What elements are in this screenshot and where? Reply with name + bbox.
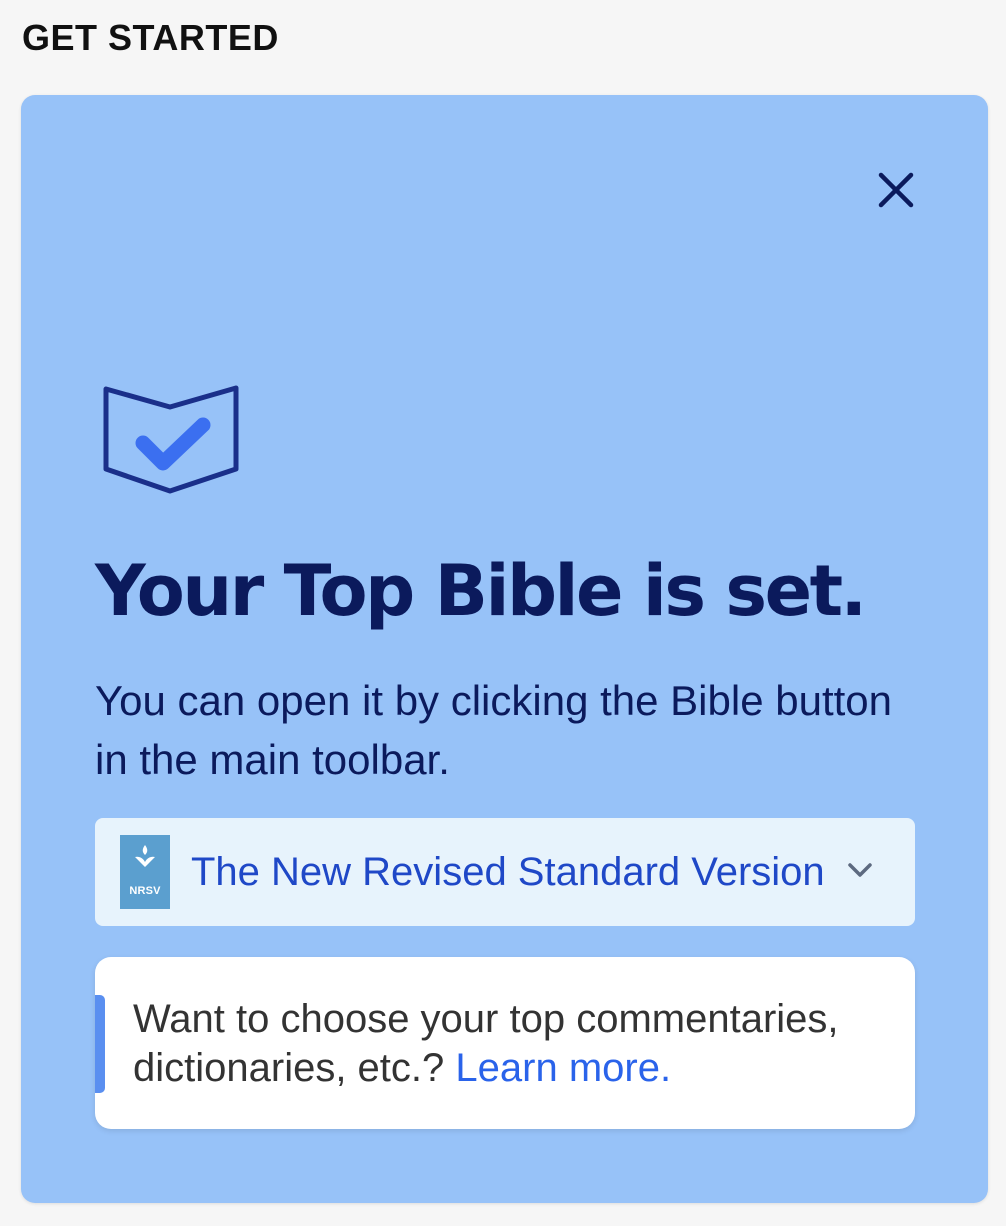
nrsv-logo-icon: [135, 845, 155, 867]
info-accent-bar: [95, 995, 105, 1093]
learn-more-link[interactable]: Learn more.: [455, 1046, 671, 1090]
top-bible-dropdown[interactable]: NRSV The New Revised Standard Version: [95, 818, 915, 926]
book-check-icon: [103, 385, 239, 494]
top-bible-card: Your Top Bible is set. You can open it b…: [21, 95, 988, 1203]
section-title: GET STARTED: [22, 17, 279, 58]
info-text: Want to choose your top commentaries, di…: [133, 995, 893, 1093]
nrsv-cover-image: NRSV: [120, 835, 170, 909]
description: You can open it by clicking the Bible bu…: [95, 677, 892, 783]
headline: Your Top Bible is set.: [95, 550, 867, 632]
close-icon[interactable]: [877, 171, 915, 209]
close-button[interactable]: [871, 165, 921, 215]
cover-label: NRSV: [129, 885, 161, 897]
info-callout: Want to choose your top commentaries, di…: [95, 957, 915, 1129]
selected-bible-label: The New Revised Standard Version: [191, 850, 825, 894]
chevron-down-icon[interactable]: [847, 860, 873, 880]
